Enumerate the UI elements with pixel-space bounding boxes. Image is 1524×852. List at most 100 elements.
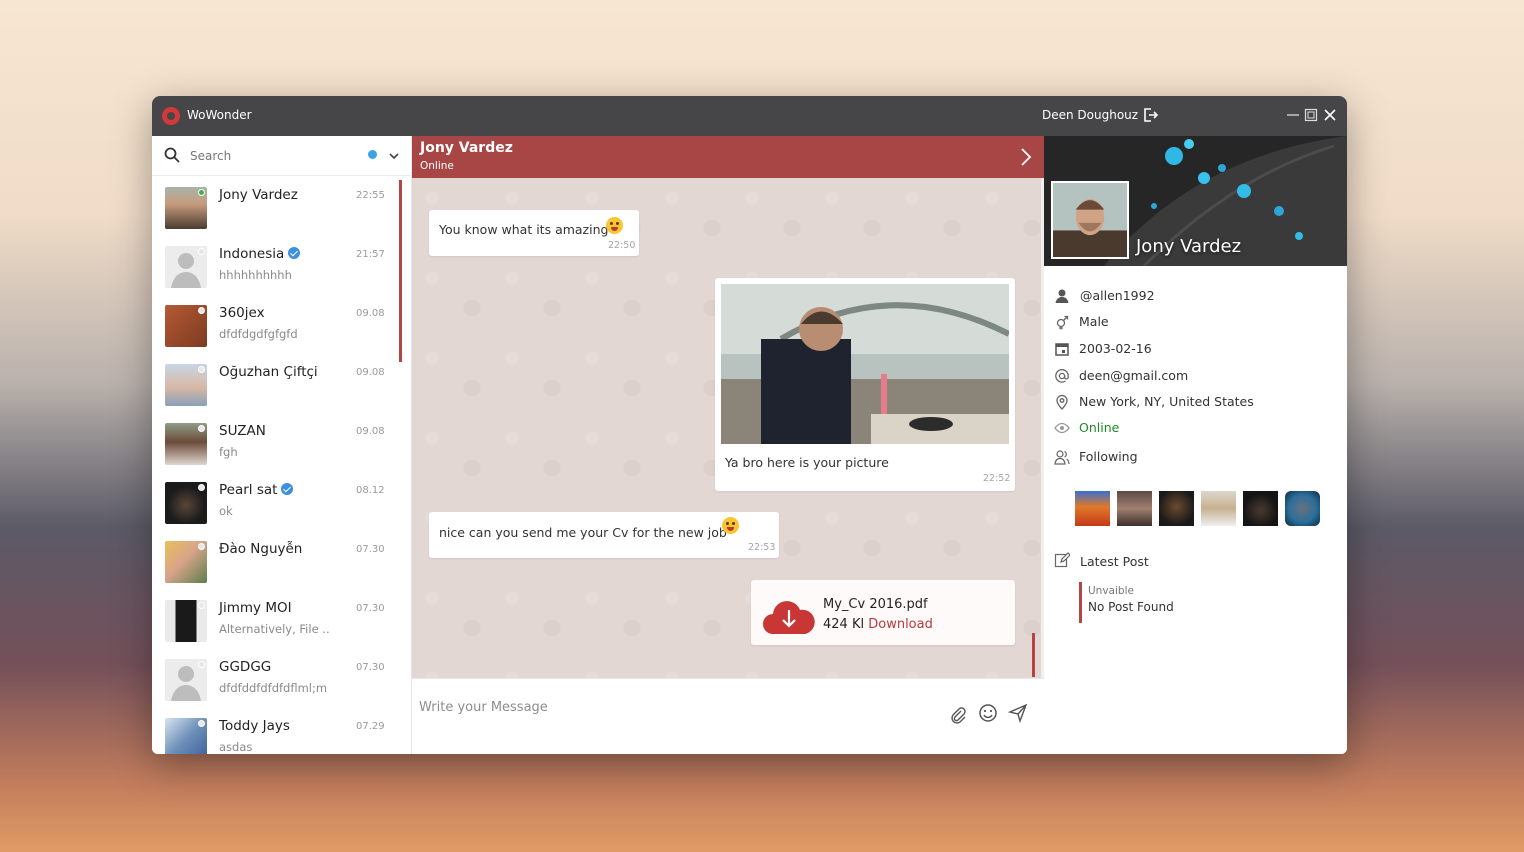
following-avatar[interactable] bbox=[1243, 491, 1278, 526]
contact-item[interactable]: Oğuzhan Çiftçi 09.08 bbox=[152, 358, 402, 417]
contact-time: 21:57 bbox=[356, 249, 385, 260]
contact-item[interactable]: Jony Vardez 22:55 bbox=[152, 181, 402, 240]
search-input[interactable] bbox=[190, 146, 350, 166]
avatar bbox=[165, 718, 207, 754]
file-size-row: 424 Kl Download bbox=[823, 617, 933, 632]
message-text: nice can you send me your Cv for the new… bbox=[439, 525, 727, 540]
following-avatar[interactable] bbox=[1117, 491, 1152, 526]
contact-last-message: hhhhhhhhhh bbox=[219, 268, 292, 282]
contact-time: 07.30 bbox=[356, 544, 385, 555]
message-composer bbox=[412, 678, 1044, 754]
contact-time: 22:55 bbox=[356, 190, 385, 201]
verified-badge-icon bbox=[288, 247, 301, 259]
profile-avatar[interactable] bbox=[1051, 181, 1129, 259]
contact-item[interactable]: Đào Nguyễn 07.30 bbox=[152, 535, 402, 594]
contact-last-message: dfdfddfdfdfdflml;m bbox=[219, 681, 328, 695]
message-text: Ya bro here is your picture bbox=[725, 455, 889, 470]
chevron-right-icon[interactable] bbox=[1016, 146, 1036, 168]
contact-item[interactable]: Jimmy MOI 07.30 Alternatively, File .. bbox=[152, 594, 402, 653]
contact-name: Indonesia bbox=[219, 246, 301, 262]
file-message-bubble: My_Cv 2016.pdf 424 Kl Download bbox=[751, 580, 1015, 645]
close-icon[interactable] bbox=[1323, 108, 1337, 122]
contact-name: Jony Vardez bbox=[219, 187, 298, 203]
following-list bbox=[1075, 491, 1335, 527]
file-name: My_Cv 2016.pdf bbox=[823, 597, 928, 612]
avatar bbox=[165, 541, 207, 583]
profile-avatar-image bbox=[1053, 183, 1127, 257]
profile-cover: Jony Vardez bbox=[1044, 136, 1347, 266]
message-input[interactable] bbox=[419, 697, 939, 717]
contact-item[interactable]: Pearl sat 08.12 ok bbox=[152, 476, 402, 535]
message-time: 22:53 bbox=[748, 542, 776, 553]
message-bubble: Ya bro here is your picture 22:52 bbox=[715, 278, 1015, 491]
eye-icon bbox=[1054, 422, 1070, 434]
latest-post-text: No Post Found bbox=[1088, 600, 1174, 614]
following-avatar[interactable] bbox=[1159, 491, 1194, 526]
avatar bbox=[165, 482, 207, 524]
minimize-icon[interactable] bbox=[1286, 108, 1300, 122]
offline-indicator-icon bbox=[198, 543, 205, 550]
followers-icon bbox=[1054, 450, 1070, 465]
offline-indicator-icon bbox=[198, 425, 205, 432]
emoji-picker-icon[interactable] bbox=[978, 703, 998, 723]
contact-name: Oğuzhan Çiftçi bbox=[219, 364, 318, 380]
status-indicator-icon[interactable] bbox=[368, 150, 377, 159]
contact-last-message: asdas bbox=[219, 740, 253, 754]
current-user-name[interactable]: Deen Doughouz bbox=[1042, 108, 1138, 122]
gender-icon bbox=[1056, 315, 1069, 330]
user-icon bbox=[1055, 289, 1069, 303]
file-size: 424 Kl bbox=[823, 617, 865, 632]
message-time: 22:52 bbox=[983, 473, 1011, 484]
contact-last-message: fgh bbox=[219, 445, 238, 459]
contact-time: 09.08 bbox=[356, 308, 385, 319]
contact-item[interactable]: Toddy Jays 07.29 asdas bbox=[152, 712, 402, 754]
following-avatar[interactable] bbox=[1075, 491, 1110, 526]
following-avatar[interactable] bbox=[1201, 491, 1236, 526]
contact-item[interactable]: GGDGG 07.30 dfdfddfdfdfdflml;m bbox=[152, 653, 402, 712]
following-avatar[interactable] bbox=[1285, 491, 1320, 526]
chat-contact-name[interactable]: Jony Vardez bbox=[420, 140, 513, 156]
attachment-icon[interactable] bbox=[948, 705, 968, 725]
offline-indicator-icon bbox=[198, 307, 205, 314]
contact-last-message: Alternatively, File .. bbox=[219, 622, 330, 636]
title-bar: WoWonder Deen Doughouz bbox=[152, 96, 1347, 136]
profile-status: Online bbox=[1079, 420, 1120, 435]
app-title: WoWonder bbox=[187, 108, 252, 122]
offline-indicator-icon bbox=[198, 248, 205, 255]
profile-panel: Jony Vardez @allen1992 Male 2003-02-16 d… bbox=[1044, 136, 1347, 754]
verified-badge-icon bbox=[281, 483, 294, 495]
offline-indicator-icon bbox=[198, 720, 205, 727]
emoji-icon bbox=[606, 217, 623, 234]
chevron-down-icon[interactable] bbox=[388, 150, 400, 162]
chat-contact-status: Online bbox=[420, 160, 454, 172]
contact-item[interactable]: 360jex 09.08 dfdfdgdfgfgfd bbox=[152, 299, 402, 358]
contact-item[interactable]: SUZAN 09.08 fgh bbox=[152, 417, 402, 476]
profile-name: Jony Vardez bbox=[1136, 236, 1242, 257]
message-photo[interactable] bbox=[721, 284, 1009, 444]
cloud-download-icon[interactable] bbox=[761, 596, 817, 636]
profile-username: @allen1992 bbox=[1080, 288, 1155, 303]
avatar bbox=[165, 246, 207, 288]
avatar bbox=[165, 187, 207, 229]
contact-name-text: Indonesia bbox=[219, 246, 285, 262]
maximize-icon[interactable] bbox=[1304, 108, 1318, 122]
messages-scrollbar[interactable] bbox=[1032, 633, 1035, 677]
offline-indicator-icon bbox=[198, 366, 205, 373]
profile-email[interactable]: deen@gmail.com bbox=[1079, 368, 1188, 383]
location-pin-icon bbox=[1056, 394, 1068, 410]
message-bubble: You know what its amazing 22:50 bbox=[429, 210, 639, 256]
edit-post-icon bbox=[1054, 552, 1070, 568]
profile-location: New York, NY, United States bbox=[1079, 394, 1254, 409]
contact-last-message: ok bbox=[219, 504, 233, 518]
contact-name: GGDGG bbox=[219, 659, 272, 675]
logout-icon[interactable] bbox=[1142, 107, 1158, 123]
emoji-icon bbox=[722, 517, 739, 534]
contact-item[interactable]: Indonesia 21:57 hhhhhhhhhh bbox=[152, 240, 402, 299]
download-link[interactable]: Download bbox=[868, 617, 933, 632]
contact-name: 360jex bbox=[219, 305, 265, 321]
following-label[interactable]: Following bbox=[1079, 449, 1138, 464]
message-bubble: nice can you send me your Cv for the new… bbox=[429, 512, 779, 558]
send-icon[interactable] bbox=[1008, 703, 1028, 723]
search-icon bbox=[164, 147, 180, 163]
profile-birthday: 2003-02-16 bbox=[1079, 341, 1152, 356]
